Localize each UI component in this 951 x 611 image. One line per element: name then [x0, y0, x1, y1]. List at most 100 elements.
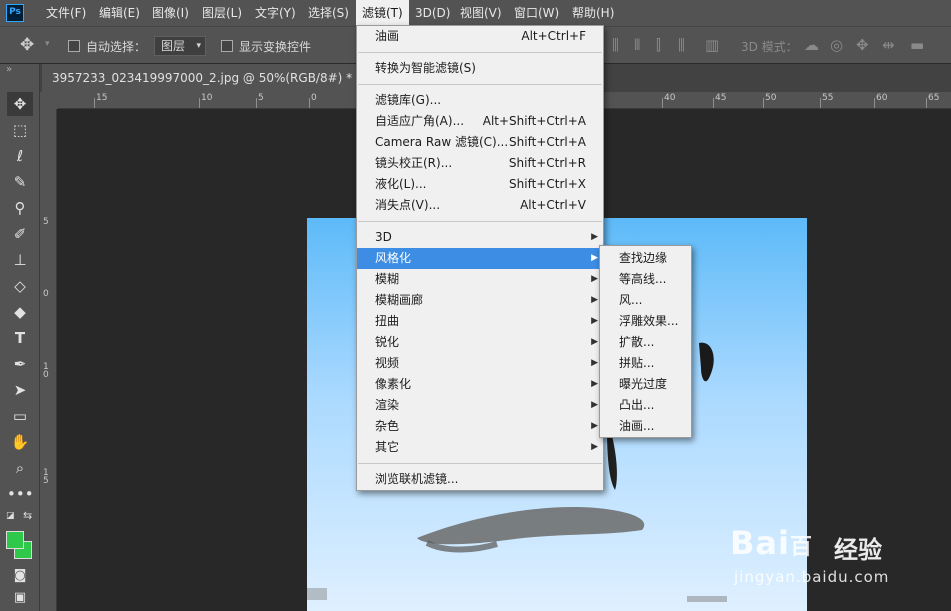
3d-mode-label: 3D 模式：: [741, 40, 798, 54]
submenu-item-diffuse[interactable]: 扩散...: [619, 332, 654, 353]
brush-tool-icon[interactable]: ✐: [7, 222, 33, 246]
hand-tool-icon[interactable]: ✋: [7, 430, 33, 454]
more-tools-icon[interactable]: •••: [7, 482, 34, 506]
menu-item-render[interactable]: 渲染 ▶: [357, 395, 603, 416]
rectangle-tool-icon[interactable]: ▭: [7, 404, 33, 428]
pan-3d-icon[interactable]: ✥: [856, 36, 869, 54]
submenu-item-extrude[interactable]: 凸出...: [619, 395, 654, 416]
ruler-tick: [662, 98, 663, 108]
default-colors-icon[interactable]: ◪: [6, 511, 15, 521]
paint-bucket-tool-icon[interactable]: ◆: [7, 300, 33, 324]
menu-3d[interactable]: 3D(D): [409, 0, 456, 26]
target-select[interactable]: 图层 ▾: [154, 36, 206, 56]
menu-item-convert-smart-filter[interactable]: 转换为智能滤镜(S): [357, 58, 603, 79]
auto-align-icon[interactable]: ▥: [705, 36, 719, 54]
quick-mask-icon[interactable]: ◙: [7, 564, 33, 588]
submenu-item-emboss[interactable]: 浮雕效果...: [619, 311, 678, 332]
menu-window[interactable]: 窗口(W): [508, 0, 565, 26]
ruler-tick: [763, 98, 764, 108]
move-icon[interactable]: ✥: [20, 35, 34, 55]
menu-edit[interactable]: 编辑(E): [93, 0, 146, 26]
screen-mode-icon[interactable]: ▣: [7, 586, 33, 610]
distribute-vertical-icon[interactable]: ⫼: [678, 36, 685, 54]
ruler-origin[interactable]: [40, 92, 58, 109]
menu-item-sharpen[interactable]: 锐化 ▶: [357, 332, 603, 353]
align-bottom-icon[interactable]: ⫴: [634, 36, 640, 54]
watermark-logo-text: Bai: [730, 524, 790, 562]
menu-item-stylize[interactable]: 风格化 ▶: [357, 248, 603, 269]
auto-select-label: 自动选择：: [86, 40, 147, 54]
menu-item-lens-correction[interactable]: 镜头校正(R)... Shift+Ctrl+R: [357, 153, 603, 174]
ruler-label: 0: [43, 289, 49, 299]
menu-type[interactable]: 文字(Y): [249, 0, 302, 26]
chevron-down-icon[interactable]: ▾: [45, 39, 50, 49]
menu-item-oil-paint-last[interactable]: 油画 Alt+Ctrl+F: [357, 26, 603, 47]
menu-item-3d[interactable]: 3D ▶: [357, 227, 603, 248]
ruler-tick: [256, 98, 257, 108]
checkbox-box[interactable]: [221, 40, 233, 52]
menu-item-vanishing-point[interactable]: 消失点(V)... Alt+Ctrl+V: [357, 195, 603, 216]
stamp-tool-icon[interactable]: ⊥: [7, 248, 33, 272]
submenu-arrow-icon: ▶: [591, 295, 598, 305]
zoom-tool-icon[interactable]: ⌕: [7, 456, 33, 480]
type-tool-icon[interactable]: T: [7, 326, 33, 350]
submenu-item-wind[interactable]: 风...: [619, 290, 642, 311]
auto-select-checkbox[interactable]: 自动选择：: [68, 38, 146, 55]
submenu-arrow-icon: ▶: [591, 316, 598, 326]
submenu-item-find-edges[interactable]: 查找边缘: [619, 248, 667, 269]
menu-file[interactable]: 文件(F): [40, 0, 92, 26]
orbit-3d-icon[interactable]: ☁: [804, 36, 819, 54]
lasso-tool-icon[interactable]: ℓ: [7, 144, 33, 168]
path-select-tool-icon[interactable]: ➤: [7, 378, 33, 402]
foreground-color-swatch[interactable]: [6, 531, 24, 549]
collapse-icon[interactable]: »: [6, 64, 12, 75]
menu-item-camera-raw[interactable]: Camera Raw 滤镜(C)... Shift+Ctrl+A: [357, 132, 603, 153]
menu-image[interactable]: 图像(I): [146, 0, 195, 26]
menu-item-adaptive-wide-angle[interactable]: 自适应广角(A)... Alt+Shift+Ctrl+A: [357, 111, 603, 132]
baidu-jingyan-watermark: Bai百 经验 jingyan.baidu.com: [728, 512, 938, 602]
menu-help[interactable]: 帮助(H): [566, 0, 620, 26]
menu-view[interactable]: 视图(V): [454, 0, 508, 26]
quick-select-tool-icon[interactable]: ✎: [7, 170, 33, 194]
ruler-label: 10: [201, 93, 213, 103]
marquee-tool-icon[interactable]: ⬚: [7, 118, 33, 142]
align-vertical-center-icon[interactable]: ⫼: [612, 36, 619, 54]
submenu-item-tiles[interactable]: 拼贴...: [619, 353, 654, 374]
menu-item-pixelate[interactable]: 像素化 ▶: [357, 374, 603, 395]
submenu-item-trace-contour[interactable]: 等高线...: [619, 269, 666, 290]
move-tool-icon[interactable]: ✥: [7, 92, 33, 116]
menu-separator: [358, 52, 602, 53]
menu-item-label: 镜头校正(R)...: [375, 156, 453, 170]
checkbox-box[interactable]: [68, 40, 80, 52]
menu-item-browse-online[interactable]: 浏览联机滤镜...: [357, 469, 603, 490]
menu-select[interactable]: 选择(S): [302, 0, 355, 26]
roll-3d-icon[interactable]: ◎: [830, 36, 843, 54]
menu-filter[interactable]: 滤镜(T): [356, 0, 409, 26]
menu-item-other[interactable]: 其它 ▶: [357, 437, 603, 458]
eraser-tool-icon[interactable]: ◇: [7, 274, 33, 298]
menu-item-label: 模糊: [375, 272, 400, 286]
show-transform-checkbox[interactable]: 显示变换控件: [221, 38, 311, 55]
pen-tool-icon[interactable]: ✒: [7, 352, 33, 376]
menu-item-liquify[interactable]: 液化(L)... Shift+Ctrl+X: [357, 174, 603, 195]
scale-3d-icon[interactable]: ▬: [910, 36, 924, 54]
tools-panel: » ✥ ⬚ ℓ ✎ ⚲ ✐ ⊥ ◇ ◆ T ✒ ➤ ▭ ✋ ⌕ ••• ◪ ⇆ …: [0, 64, 40, 611]
menu-item-distort[interactable]: 扭曲 ▶: [357, 311, 603, 332]
document-tab[interactable]: 3957233_023419997000_2.jpg @ 50%(RGB/8#)…: [42, 64, 383, 92]
menu-item-filter-gallery[interactable]: 滤镜库(G)...: [357, 90, 603, 111]
menu-layer[interactable]: 图层(L): [196, 0, 248, 26]
distribute-icon[interactable]: ⫿: [656, 36, 661, 54]
slide-3d-icon[interactable]: ⇹: [882, 36, 895, 54]
menu-item-blur-gallery[interactable]: 模糊画廊 ▶: [357, 290, 603, 311]
eyedropper-tool-icon[interactable]: ⚲: [7, 196, 33, 220]
swap-colors-icon[interactable]: ⇆: [23, 509, 32, 522]
menu-item-label: 锐化: [375, 335, 400, 349]
menu-item-shortcut: Alt+Ctrl+F: [521, 29, 586, 43]
menu-item-video[interactable]: 视频 ▶: [357, 353, 603, 374]
menu-item-blur[interactable]: 模糊 ▶: [357, 269, 603, 290]
menu-item-label: 3D: [375, 230, 392, 244]
menu-item-noise[interactable]: 杂色 ▶: [357, 416, 603, 437]
submenu-item-solarize[interactable]: 曝光过度: [619, 374, 667, 395]
submenu-arrow-icon: ▶: [591, 253, 598, 263]
submenu-item-oil-paint[interactable]: 油画...: [619, 416, 654, 437]
